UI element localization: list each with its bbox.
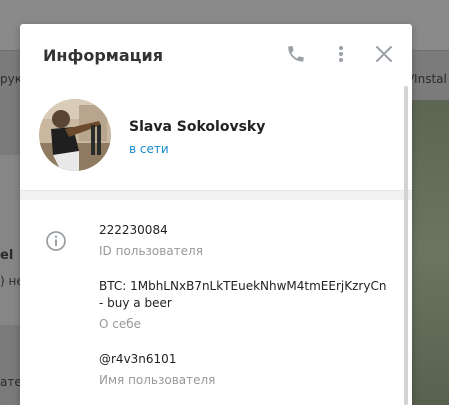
- info-icon: [45, 230, 67, 252]
- user-id-label: ID пользователя: [99, 244, 203, 258]
- bio-label: О себе: [99, 317, 142, 331]
- close-button[interactable]: [372, 42, 396, 66]
- more-vertical-icon: [329, 42, 353, 66]
- phone-icon: [284, 42, 308, 66]
- username-value: @r4v3n6101: [99, 352, 177, 366]
- dialog-title: Информация: [43, 46, 163, 65]
- background-right-strip: [412, 92, 449, 100]
- avatar[interactable]: [39, 99, 111, 171]
- bio-value: BTC: 1MbhLNxB7nLkTEuekNhwM4tmEErjKzryCn …: [99, 279, 387, 310]
- more-button[interactable]: [329, 42, 353, 66]
- background-text: /Instal: [410, 72, 447, 86]
- background-image: [412, 100, 449, 405]
- background-text: el: [0, 248, 14, 263]
- close-icon: [372, 42, 396, 66]
- bio-field[interactable]: BTC: 1MbhLNxB7nLkTEuekNhwM4tmEErjKzryCn …: [99, 278, 389, 333]
- call-button[interactable]: [284, 42, 308, 66]
- profile-name: Slava Sokolovsky: [129, 119, 266, 135]
- username-label: Имя пользователя: [99, 373, 216, 387]
- dialog-header: Информация: [20, 24, 412, 86]
- user-id-value: 222230084: [99, 223, 168, 237]
- scrollbar[interactable]: [404, 86, 408, 405]
- background-text: ате: [0, 375, 22, 389]
- user-id-field[interactable]: 222230084 ID пользователя: [99, 222, 203, 260]
- section-divider: [20, 190, 412, 200]
- profile-section: Slava Sokolovsky в сети: [20, 86, 412, 190]
- username-field[interactable]: @r4v3n6101 Имя пользователя: [99, 351, 215, 389]
- info-dialog: Информация Slava Sokolovsky в сети 22223…: [20, 24, 412, 405]
- online-status: в сети: [129, 142, 169, 156]
- background-left-panel: [0, 155, 20, 325]
